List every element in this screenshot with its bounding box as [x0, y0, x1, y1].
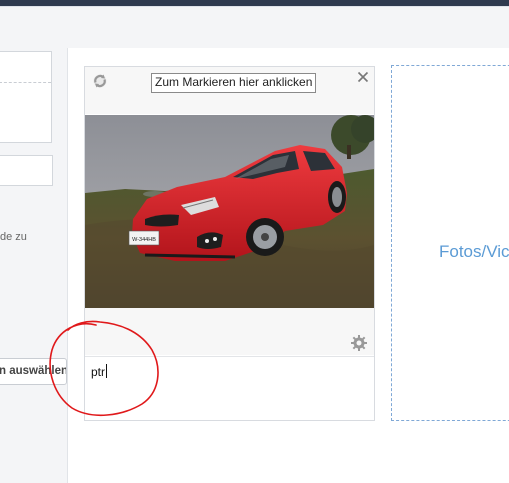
svg-text:W-344HB: W-344HB [132, 237, 156, 243]
caption-input[interactable]: ptr [85, 356, 374, 420]
left-input-field[interactable] [0, 155, 53, 186]
left-hint-text: de zu [0, 231, 27, 243]
dropzone-label: Fotos/Vic [439, 242, 509, 261]
rotate-icon[interactable] [92, 73, 108, 89]
select-button[interactable]: n auswählen [0, 358, 67, 385]
caption-text: ptr [91, 365, 106, 379]
close-icon[interactable] [357, 71, 369, 83]
gear-icon[interactable] [350, 334, 368, 352]
mark-button[interactable]: Zum Markieren hier anklicken [151, 73, 317, 93]
text-caret [106, 364, 108, 378]
top-bar [0, 0, 509, 7]
upload-dropzone[interactable]: Fotos/Vic [391, 65, 509, 421]
left-textarea[interactable] [0, 51, 52, 143]
photo-card: Zum Markieren hier anklicken W-344HB ptr [84, 66, 375, 421]
divider [0, 82, 51, 83]
card-toolbar [85, 308, 374, 355]
car-photo[interactable]: W-344HB [85, 115, 374, 308]
card-header: Zum Markieren hier anklicken [85, 67, 374, 114]
